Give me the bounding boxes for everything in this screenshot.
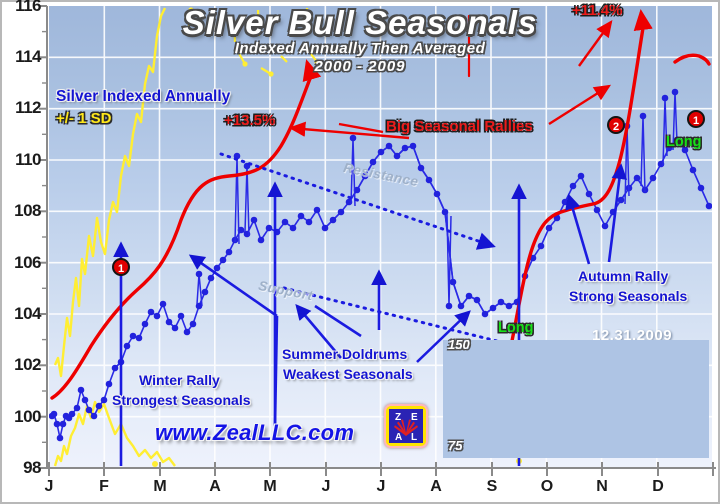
label-big-seasonal-rallies: Big Seasonal Rallies: [386, 118, 533, 135]
label-winter-rally-line2: Strongest Seasonals: [112, 392, 251, 408]
zeal-logo-art: Z E A L: [389, 409, 423, 443]
arrow-rallies-up: [548, 84, 612, 126]
page-subtitle: Indexed Annually Then Averaged: [234, 40, 486, 57]
x-tick-jun: J: [321, 478, 331, 495]
label-autumn-line2: Strong Seasonals: [569, 288, 688, 304]
x-axis-svg: [44, 462, 716, 476]
svg-text:E: E: [411, 412, 418, 423]
x-tick-mar: M: [153, 478, 167, 495]
y-tick-108: 108: [14, 201, 41, 220]
arrow-summer-2: [314, 304, 362, 338]
x-tick-may: M: [263, 478, 277, 495]
legend-silver-indexed: Silver Indexed Annually: [56, 88, 231, 105]
label-summer-line1: Summer Doldrums: [282, 346, 408, 362]
x-tick-apr: A: [209, 478, 221, 495]
inset-bottom-label: 75: [448, 438, 463, 453]
x-tick-sep: S: [486, 478, 498, 495]
x-tick-jan: J: [44, 478, 54, 495]
inset-chart: 150 75: [443, 332, 709, 458]
x-tick-nov: N: [596, 478, 608, 495]
legend-sd-band: +/- 1 SD: [56, 110, 112, 127]
x-tick-aug: A: [430, 478, 442, 495]
svg-text:L: L: [411, 432, 417, 443]
y-tick-110: 110: [15, 150, 41, 169]
chart-root: 1 2 1 116 114 112 110 108 106 104 102 10…: [0, 0, 720, 504]
label-long-2: Long: [666, 134, 702, 150]
label-autumn-line1: Autumn Rally: [578, 268, 669, 284]
marker-circle-1b: 1: [687, 110, 705, 128]
y-tick-98: 98: [23, 458, 41, 477]
marker-circle-1: 1: [112, 258, 130, 276]
zeal-logo: Z E A L: [384, 404, 428, 448]
zeal-url: www.ZealLLC.com: [155, 420, 355, 445]
y-tick-100: 100: [14, 407, 41, 426]
svg-text:Z: Z: [395, 412, 401, 423]
y-tick-104: 104: [14, 304, 41, 323]
x-tick-dec: D: [652, 478, 664, 495]
arrow-to-rallies-left: [338, 122, 384, 134]
svg-text:A: A: [395, 432, 402, 443]
x-tick-oct: O: [540, 478, 554, 495]
marker-circle-2: 2: [607, 116, 625, 134]
label-winter-rally-line1: Winter Rally: [139, 372, 220, 388]
inset-top-label: 150: [448, 337, 470, 352]
label-long-1: Long: [498, 320, 534, 336]
x-tick-feb: F: [99, 478, 109, 495]
label-autumn-gain: +11.4%: [572, 2, 623, 19]
inset-background: [443, 340, 709, 458]
y-tick-112: 112: [15, 98, 41, 117]
label-winter-gain: +13.5%: [224, 112, 276, 129]
label-summer-line2: Weakest Seasonals: [283, 366, 413, 382]
page-years: 2000 - 2009: [314, 58, 406, 75]
y-tick-106: 106: [14, 253, 41, 272]
y-tick-102: 102: [14, 355, 41, 374]
x-tick-jul: J: [376, 478, 386, 495]
